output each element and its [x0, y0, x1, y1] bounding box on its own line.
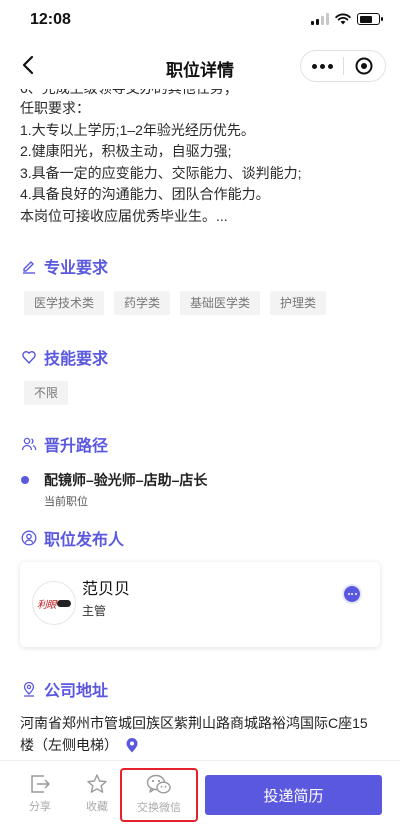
address-section-title: 公司地址 — [44, 683, 109, 700]
major-section-title: 专业要求 — [44, 260, 109, 277]
location-pin-icon — [20, 681, 37, 698]
heart-shield-icon — [20, 349, 37, 366]
publisher-role: 主管 — [82, 604, 107, 618]
chat-button[interactable] — [344, 586, 360, 602]
avatar: 利眼 — [32, 581, 76, 625]
address-text: 河南省郑州市管城回族区紫荆山路商城路裕鸿国际C座15楼（左侧电梯） — [20, 715, 368, 753]
major-tag: 护理类 — [270, 291, 327, 315]
requirement-line: 本岗位可接收应届优秀毕业生。... — [20, 207, 228, 224]
requirement-line: 4.具备良好的沟通能力、团队合作能力。 — [20, 186, 270, 202]
share-label: 分享 — [29, 801, 51, 813]
address-section-header: 公司地址 — [0, 677, 400, 701]
promotion-path: 配镜师–验光师–店助–店长 当前职位 — [0, 471, 400, 509]
major-section-header: 专业要求 — [0, 254, 400, 278]
close-miniprogram-button[interactable] — [344, 51, 385, 81]
major-tag: 基础医学类 — [180, 291, 261, 315]
wifi-icon — [335, 13, 351, 25]
nav-bar: 职位详情 — [0, 44, 400, 88]
apply-resume-button[interactable]: 投递简历 — [205, 775, 382, 815]
wechat-label: 交换微信 — [137, 802, 181, 814]
status-time: 12:08 — [30, 11, 71, 28]
map-pin-icon[interactable] — [126, 738, 138, 753]
cellular-signal-icon — [311, 13, 329, 25]
publisher-section-title: 职位发布人 — [44, 532, 125, 549]
more-button[interactable] — [301, 51, 343, 81]
publisher-card[interactable]: 利眼 范贝贝 主管 — [20, 562, 380, 647]
more-dots-icon — [311, 63, 317, 69]
path-dot — [21, 476, 29, 484]
favorite-label: 收藏 — [86, 801, 108, 813]
avatar-logo: 利眼 — [37, 599, 57, 611]
pencil-icon — [20, 258, 37, 275]
requirements-heading: 任职要求： — [20, 100, 90, 116]
promotion-section-header: 晋升路径 — [0, 432, 400, 456]
miniprogram-capsule — [300, 50, 386, 82]
publisher-name: 范贝贝 — [82, 581, 131, 598]
status-icons — [311, 13, 383, 25]
promotion-path-text: 配镜师–验光师–店助–店长 — [44, 472, 208, 488]
exchange-wechat-button[interactable]: 交换微信 — [120, 768, 198, 822]
share-icon — [31, 775, 50, 793]
target-circle-icon — [355, 57, 373, 75]
major-tags: 医学技术类 药学类 基础医学类 护理类 — [0, 291, 400, 315]
share-button[interactable]: 分享 — [18, 773, 62, 814]
job-requirements: 6、完成上级领导交办的其他任务； 任职要求： 1.大专以上学历;1–2年验光经历… — [0, 88, 400, 227]
wechat-icon — [146, 774, 171, 794]
status-bar: 12:08 — [0, 0, 400, 40]
company-address: 河南省郑州市管城回族区紫荆山路商城路裕鸿国际C座15楼（左侧电梯） — [0, 712, 400, 756]
promotion-section-title: 晋升路径 — [44, 438, 109, 455]
favorite-button[interactable]: 收藏 — [75, 773, 119, 814]
current-position-label: 当前职位 — [44, 496, 88, 508]
skill-section-header: 技能要求 — [0, 345, 400, 369]
battery-icon — [357, 13, 383, 25]
bottom-action-bar: 分享 收藏 交换微信 投递简历 — [0, 760, 400, 825]
requirement-line: 3.具备一定的应变能力、交际能力、谈判能力; — [20, 164, 302, 181]
user-circle-icon — [20, 530, 37, 547]
cut-off-line: 6、完成上级领导交办的其他任务； — [20, 89, 380, 98]
major-tag: 医学技术类 — [24, 291, 105, 315]
star-icon — [87, 774, 107, 793]
chat-dots-icon — [347, 593, 350, 595]
skill-tag: 不限 — [24, 381, 69, 405]
publisher-section-header: 职位发布人 — [0, 526, 400, 550]
requirement-line: 1.大专以上学历;1–2年验光经历优先。 — [20, 121, 255, 138]
skill-tags: 不限 — [0, 381, 400, 405]
job-detail-content: 6、完成上级领导交办的其他任务； 任职要求： 1.大专以上学历;1–2年验光经历… — [0, 88, 400, 760]
major-tag: 药学类 — [114, 291, 171, 315]
requirement-line: 2.健康阳光，积极主动，自驱力强; — [20, 143, 232, 159]
skill-section-title: 技能要求 — [44, 351, 109, 368]
people-icon — [20, 436, 37, 453]
